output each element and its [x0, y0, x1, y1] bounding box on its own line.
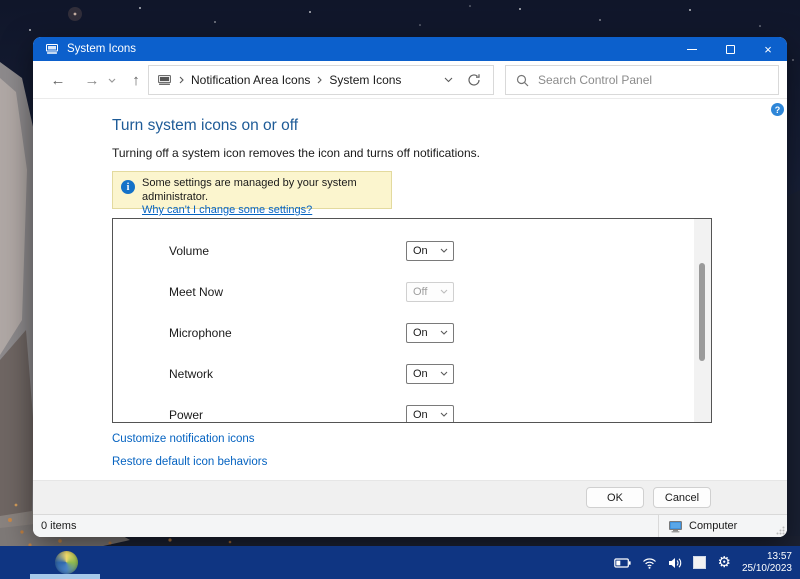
window-computer-icon [45, 43, 59, 55]
power-behavior-select[interactable]: On [406, 405, 454, 423]
clock-date: 25/10/2023 [742, 563, 792, 575]
meet-now-behavior-select: Off [406, 282, 454, 302]
back-icon: ← [51, 72, 66, 89]
row-label: Meet Now [169, 285, 223, 299]
row-label: Microphone [169, 326, 232, 340]
up-icon: ↑ [132, 72, 140, 89]
chevron-down-icon [440, 330, 448, 335]
page-description: Turning off a system icon removes the ic… [112, 146, 480, 160]
status-zone-label: Computer [689, 520, 737, 532]
system-tray: ⚙ 13:57 25/10/2023 [614, 546, 794, 579]
select-value: On [413, 327, 428, 339]
status-zone: Computer [658, 515, 787, 537]
list-scrollbar[interactable] [694, 219, 711, 422]
select-value: On [413, 368, 428, 380]
address-dropdown-icon[interactable] [444, 77, 453, 83]
search-input[interactable] [538, 73, 768, 87]
window-controls: × [673, 37, 787, 61]
search-icon [516, 74, 529, 87]
breadcrumb-separator-icon [179, 76, 184, 84]
restore-default-icon-behaviors-link[interactable]: Restore default icon behaviors [112, 456, 267, 468]
breadcrumb-item-notification-area-icons[interactable]: Notification Area Icons [191, 73, 310, 87]
navigation-toolbar: ← → ↑ Notification Area Icons System Ico… [33, 61, 787, 99]
computer-icon [668, 520, 683, 533]
resize-grip[interactable] [776, 526, 785, 535]
list-item-power: Power On [113, 394, 694, 422]
close-button[interactable]: × [749, 37, 787, 61]
microphone-behavior-select[interactable]: On [406, 323, 454, 343]
gear-icon[interactable]: ⚙ [717, 555, 730, 570]
admin-notice-link[interactable]: Why can't I change some settings? [142, 204, 312, 216]
select-value: On [413, 245, 428, 257]
volume-icon[interactable] [668, 557, 682, 569]
row-label: Power [169, 408, 203, 422]
breadcrumb-separator-icon [317, 76, 322, 84]
page-title: Turn system icons on or off [112, 117, 298, 135]
recent-pages-button[interactable] [105, 61, 119, 99]
info-icon: i [121, 180, 135, 194]
battery-icon[interactable] [614, 558, 631, 568]
cancel-button[interactable]: Cancel [653, 487, 711, 508]
address-bar[interactable]: Notification Area Icons System Icons [148, 65, 494, 95]
scrollbar-thumb[interactable] [699, 263, 705, 361]
wifi-icon[interactable] [642, 557, 657, 569]
close-icon: × [764, 42, 772, 57]
maximize-icon [726, 45, 735, 54]
row-label: Network [169, 367, 213, 381]
ok-button[interactable]: OK [586, 487, 644, 508]
network-behavior-select[interactable]: On [406, 364, 454, 384]
maximize-button[interactable] [711, 37, 749, 61]
forward-button[interactable]: → [81, 61, 103, 99]
taskbar-button-highlight[interactable] [30, 574, 100, 579]
volume-behavior-select[interactable]: On [406, 241, 454, 261]
row-label: Volume [169, 244, 209, 258]
page-content: ? Turn system icons on or off Turning of… [33, 99, 787, 480]
help-icon[interactable]: ? [771, 103, 784, 116]
select-value: On [413, 409, 428, 421]
search-box[interactable] [505, 65, 779, 95]
clock-time: 13:57 [742, 551, 792, 563]
list-item-microphone: Microphone On [113, 312, 694, 353]
breadcrumb-item-system-icons[interactable]: System Icons [329, 73, 401, 87]
admin-notice-text: Some settings are managed by your system… [142, 177, 357, 203]
window-title: System Icons [67, 43, 136, 55]
taskbar: ⚙ 13:57 25/10/2023 [0, 546, 800, 579]
desktop: System Icons × ← → ↑ Notification [0, 0, 800, 579]
admin-notice: i Some settings are managed by your syst… [112, 171, 392, 209]
refresh-icon[interactable] [467, 73, 481, 87]
items-count: 0 items [41, 520, 76, 532]
chevron-down-icon [440, 289, 448, 294]
chevron-down-icon [440, 248, 448, 253]
minimize-icon [687, 49, 697, 50]
customize-notification-icons-link[interactable]: Customize notification icons [112, 433, 255, 445]
list-item-volume: Volume On [113, 230, 694, 271]
taskbar-app-icon[interactable] [55, 551, 78, 574]
up-button[interactable]: ↑ [125, 61, 147, 99]
breadcrumb-computer-icon [157, 74, 172, 86]
chevron-down-icon [108, 78, 116, 83]
back-button[interactable]: ← [47, 61, 69, 99]
chevron-down-icon [440, 412, 448, 417]
status-bar: 0 items Computer [33, 514, 787, 537]
titlebar[interactable]: System Icons × [33, 37, 787, 61]
tray-app-icon[interactable] [693, 556, 706, 569]
minimize-button[interactable] [673, 37, 711, 61]
list-item-meet-now: Meet Now Off [113, 271, 694, 312]
dialog-footer: OK Cancel [33, 480, 787, 514]
select-value: Off [413, 286, 427, 298]
taskbar-clock[interactable]: 13:57 25/10/2023 [742, 551, 794, 575]
system-icons-window: System Icons × ← → ↑ Notification [33, 37, 787, 537]
list-item-network: Network On [113, 353, 694, 394]
forward-icon: → [85, 72, 100, 89]
system-icons-list: Volume On Meet Now Off [112, 218, 712, 423]
chevron-down-icon [440, 371, 448, 376]
